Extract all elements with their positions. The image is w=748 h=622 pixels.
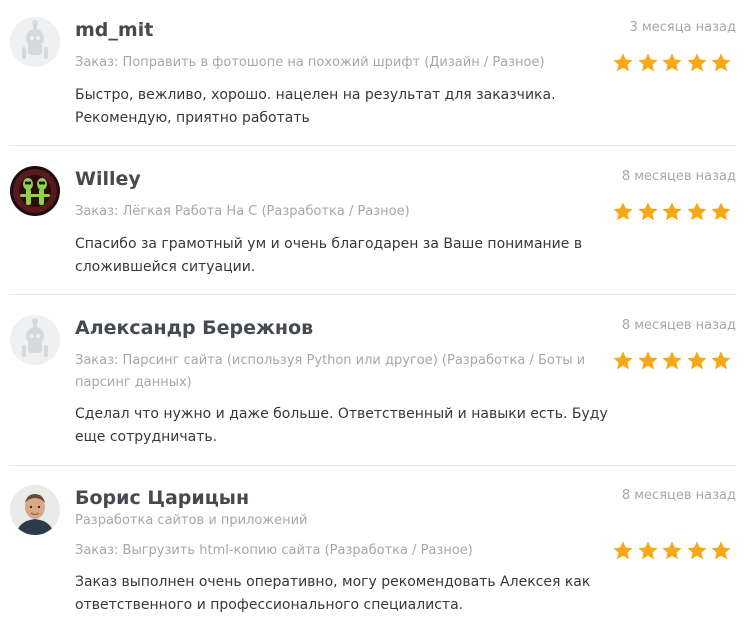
review-time: 8 месяцев назад (621, 488, 736, 503)
default-robot-avatar-icon[interactable] (10, 17, 60, 67)
order-link[interactable]: Заказ: Парсинг сайта (используя Python и… (75, 350, 603, 394)
divider (10, 465, 736, 466)
star-icon (662, 202, 682, 221)
alien-avatar-icon[interactable] (10, 166, 60, 216)
rating-stars (612, 201, 732, 223)
star-icon (637, 351, 658, 370)
rating-stars (612, 350, 732, 372)
review-item: Александр Бережнов 8 месяцев назад Заказ… (0, 298, 748, 466)
rating-stars (612, 52, 732, 74)
star-icon (711, 53, 731, 72)
star-icon (711, 202, 731, 221)
order-link[interactable]: Заказ: Выгрузить html-копию сайта (Разра… (75, 540, 603, 562)
review-item: Борис Царицын 8 месяцев назад Разработка… (0, 468, 748, 622)
divider (10, 294, 736, 295)
star-icon (662, 53, 682, 72)
star-icon (662, 351, 682, 370)
review-time: 8 месяцев назад (621, 169, 736, 184)
star-icon (662, 541, 682, 560)
review-text: Сделал что нужно и даже больше. Ответств… (75, 406, 608, 445)
star-icon (613, 541, 633, 560)
star-icon (637, 202, 658, 221)
review-item: md_mit 3 месяца назад Заказ: Поправить в… (0, 0, 748, 146)
star-icon (686, 202, 707, 221)
star-icon (711, 541, 731, 560)
star-icon (686, 541, 707, 560)
star-icon (686, 53, 707, 72)
user-photo-avatar-icon[interactable] (10, 485, 60, 535)
review-time: 3 месяца назад (629, 20, 736, 35)
reviewer-name[interactable]: Борис Царицын (75, 487, 249, 509)
order-link[interactable]: Заказ: Лёгкая Работа На С (Разработка / … (75, 201, 603, 223)
order-link[interactable]: Заказ: Поправить в фотошопе на похожий ш… (75, 52, 603, 74)
star-icon (613, 351, 633, 370)
reviewer-name[interactable]: Александр Бережнов (75, 317, 313, 339)
star-icon (711, 351, 731, 370)
star-icon (637, 541, 658, 560)
review-item: Willey 8 месяцев назад Заказ: Лёгкая Раб… (0, 149, 748, 295)
star-icon (686, 351, 707, 370)
review-time: 8 месяцев назад (621, 318, 736, 333)
review-text: Быстро, вежливо, хорошо. нацелен на резу… (75, 87, 556, 126)
star-icon (613, 202, 633, 221)
rating-stars (612, 540, 732, 562)
divider (10, 145, 736, 146)
review-text: Спасибо за грамотный ум и очень благодар… (75, 236, 583, 275)
review-text: Заказ выполнен очень оперативно, могу ре… (75, 574, 591, 613)
reviewer-name[interactable]: md_mit (75, 19, 153, 41)
reviewer-specialization: Разработка сайтов и приложений (75, 513, 308, 528)
star-icon (613, 53, 633, 72)
star-icon (637, 53, 658, 72)
default-robot-avatar-icon[interactable] (10, 315, 60, 365)
reviewer-name[interactable]: Willey (75, 168, 141, 190)
